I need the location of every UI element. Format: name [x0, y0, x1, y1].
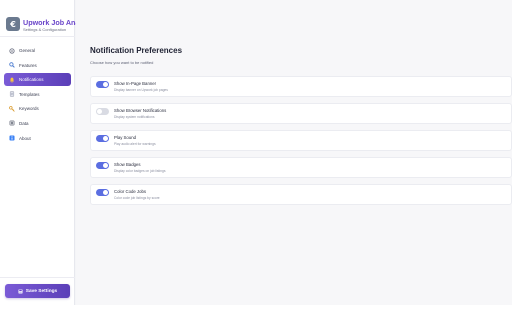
sidebar: € Upwork Job Analyzer Settings & Configu…: [0, 0, 96, 305]
save-settings-button[interactable]: Save Settings: [5, 284, 70, 298]
page-title: Notification Preferences: [90, 46, 183, 55]
sidebar-nav: General Features Notifications Templates…: [4, 44, 71, 146]
setting-description: Display banner on Upwork job pages: [114, 88, 168, 92]
save-icon: [18, 289, 23, 294]
setting-label: Show Browser Notifications: [114, 108, 167, 113]
sidebar-item-label: General: [19, 48, 36, 53]
setting-description: Display system notifications: [114, 115, 155, 119]
database-icon: [9, 120, 15, 126]
setting-row-browser-notifications: Show Browser Notifications Display syste…: [90, 103, 512, 124]
setting-label: Color Code Jobs: [114, 189, 147, 194]
sidebar-item-general[interactable]: General: [4, 44, 71, 57]
sidebar-item-label: Keywords: [19, 106, 39, 112]
setting-description: Color code job listings by score: [114, 196, 160, 200]
toggle-knob: [103, 163, 108, 168]
setting-description: Display color badges on job listings: [114, 169, 166, 173]
gear-icon: [9, 47, 15, 54]
key-icon: [9, 105, 15, 112]
brand-header: € Upwork Job Analyzer Settings & Configu…: [6, 17, 96, 37]
app-subtitle: Settings & Configuration: [23, 27, 67, 32]
sidebar-item-label: Notifications: [19, 77, 44, 83]
setting-row-play-sound: Play Sound Play audio alert for warnings: [90, 130, 512, 151]
toggle-knob: [103, 136, 108, 141]
sidebar-item-label: Features: [19, 62, 37, 68]
sidebar-item-label: About: [19, 135, 31, 141]
setting-description: Play audio alert for warnings: [114, 142, 156, 146]
document-icon: [9, 91, 15, 97]
bottom-bar: [0, 305, 512, 320]
setting-row-in-page-banner: Show In-Page Banner Display banner on Up…: [90, 76, 512, 97]
sidebar-item-features[interactable]: Features: [4, 59, 71, 72]
sidebar-item-keywords[interactable]: Keywords: [4, 102, 71, 115]
sidebar-item-about[interactable]: About: [4, 132, 71, 145]
play-sound-toggle[interactable]: [96, 135, 109, 142]
toggle-knob: [103, 82, 108, 87]
show-badges-toggle[interactable]: [96, 162, 109, 169]
app-logo: €: [6, 17, 20, 31]
toggle-knob: [97, 109, 102, 114]
browser-notifications-toggle[interactable]: [96, 108, 109, 115]
brand-divider: [0, 36, 75, 37]
sidebar-item-notifications[interactable]: Notifications: [4, 73, 71, 87]
bell-icon: [9, 77, 15, 83]
sidebar-item-label: Templates: [19, 91, 40, 97]
setting-label: Show In-Page Banner: [114, 81, 157, 86]
magnifier-icon: [9, 62, 15, 68]
color-code-jobs-toggle[interactable]: [96, 189, 109, 196]
setting-label: Play Sound: [114, 135, 136, 140]
main-content: Notification Preferences Choose how you …: [76, 0, 512, 305]
logo-glyph: €: [10, 19, 16, 29]
page-description: Choose how you want to be notified: [90, 60, 154, 65]
setting-row-show-badges: Show Badges Display color badges on job …: [90, 157, 512, 178]
settings-list: Show In-Page Banner Display banner on Up…: [90, 76, 512, 211]
toggle-knob: [103, 190, 108, 195]
save-settings-label: Save Settings: [25, 288, 58, 294]
sidebar-item-data[interactable]: Data: [4, 117, 71, 130]
setting-label: Show Badges: [114, 162, 141, 167]
setting-row-color-code-jobs: Color Code Jobs Color code job listings …: [90, 184, 512, 205]
sidebar-footer-divider: [0, 277, 75, 278]
sidebar-item-label: Data: [19, 120, 29, 126]
info-icon: [9, 135, 15, 141]
in-page-banner-toggle[interactable]: [96, 81, 109, 88]
sidebar-item-templates[interactable]: Templates: [4, 88, 71, 101]
